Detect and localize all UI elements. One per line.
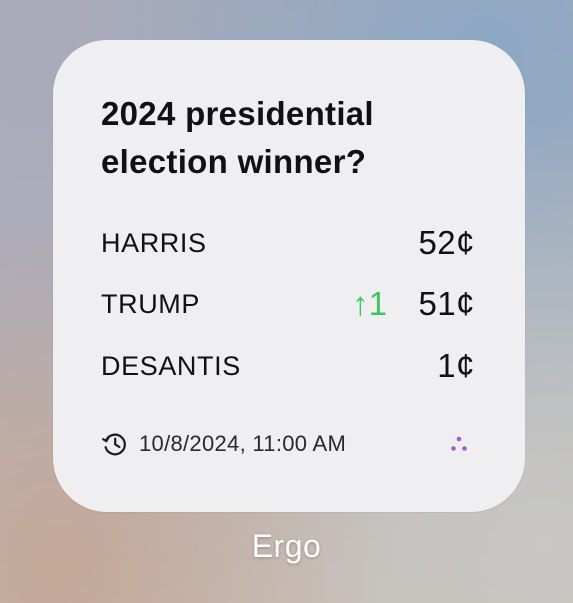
candidate-row-trump: TRUMP ↑1 51¢ (101, 282, 475, 326)
market-widget[interactable]: 2024 presidential election winner? HARRI… (53, 40, 525, 512)
ergo-dots-icon (449, 434, 469, 454)
candidate-price: 1¢ (437, 347, 475, 384)
widget-footer: 10/8/2024, 11:00 AM (101, 428, 477, 458)
candidate-row-harris: HARRIS 52¢ (101, 221, 475, 265)
widget-app-label: Ergo (251, 528, 322, 564)
candidate-name: TRUMP (101, 289, 200, 319)
clock-history-icon (101, 430, 129, 458)
market-question-title: 2024 presidential election winner? (101, 95, 374, 180)
price-change-up: ↑1 (352, 285, 387, 322)
candidate-price: 51¢ (418, 285, 475, 322)
candidate-row-desantis: DESANTIS 1¢ (101, 344, 475, 388)
candidate-name: DESANTIS (101, 351, 241, 381)
candidate-price: 52¢ (418, 224, 475, 261)
candidate-name: HARRIS (101, 228, 207, 258)
last-updated-timestamp: 10/8/2024, 11:00 AM (139, 431, 347, 456)
